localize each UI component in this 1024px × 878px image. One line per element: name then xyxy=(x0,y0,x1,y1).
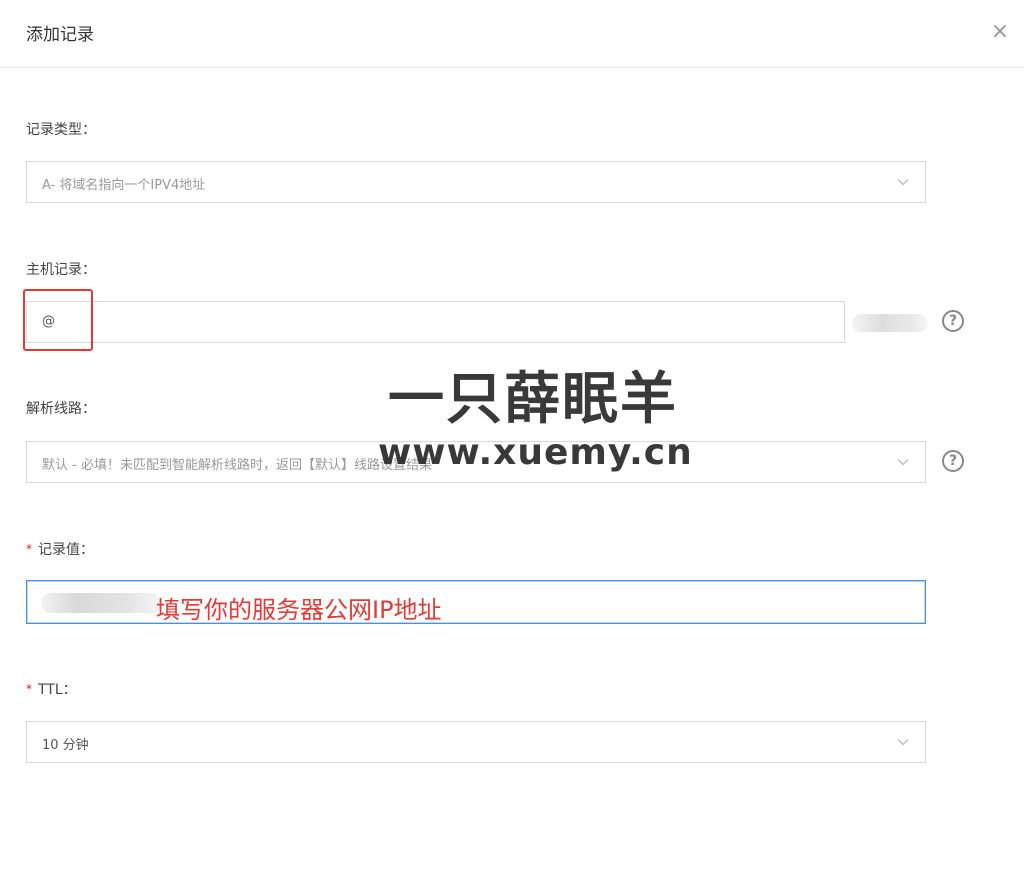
line-label: 解析线路： xyxy=(26,401,96,417)
record-value-blurred xyxy=(41,593,161,613)
chevron-down-icon xyxy=(897,179,909,186)
host-record-help-icon[interactable]: ? xyxy=(942,310,964,332)
record-value-annotation: 填写你的服务器公网IP地址 xyxy=(156,596,442,624)
domain-suffix-blurred xyxy=(852,314,928,332)
close-icon[interactable]: × xyxy=(988,18,1012,46)
chevron-down-icon xyxy=(897,739,909,746)
host-record-label: 主机记录： xyxy=(26,262,96,278)
record-value-label: 记录值： xyxy=(38,542,94,558)
host-record-input[interactable]: @ xyxy=(26,301,845,343)
dialog-title: 添加记录 xyxy=(26,25,94,45)
ttl-value: 10 分钟 xyxy=(42,738,89,753)
watermark-title: 一只薛眠羊 xyxy=(388,367,678,432)
record-type-label: 记录类型： xyxy=(26,122,96,138)
dialog-header: 添加记录 × xyxy=(0,0,1024,68)
ttl-label-row: * TTL： xyxy=(26,679,77,699)
required-mark: * xyxy=(26,542,32,556)
chevron-down-icon xyxy=(897,459,909,466)
record-type-value: A- 将域名指向一个IPV4地址 xyxy=(42,178,206,193)
ttl-select[interactable]: 10 分钟 xyxy=(26,721,926,763)
ttl-label: TTL： xyxy=(38,682,77,698)
required-mark: * xyxy=(26,682,32,696)
record-type-select[interactable]: A- 将域名指向一个IPV4地址 xyxy=(26,161,926,203)
line-select[interactable]: 默认 - 必填！未匹配到智能解析线路时，返回【默认】线路设置结果 xyxy=(26,441,926,483)
line-value: 默认 - 必填！未匹配到智能解析线路时，返回【默认】线路设置结果 xyxy=(42,458,432,473)
record-value-label-row: * 记录值： xyxy=(26,539,94,559)
host-record-highlight xyxy=(23,289,93,351)
add-record-dialog: 添加记录 × 记录类型： A- 将域名指向一个IPV4地址 主机记录： @ ? … xyxy=(0,0,1024,878)
line-help-icon[interactable]: ? xyxy=(942,450,964,472)
